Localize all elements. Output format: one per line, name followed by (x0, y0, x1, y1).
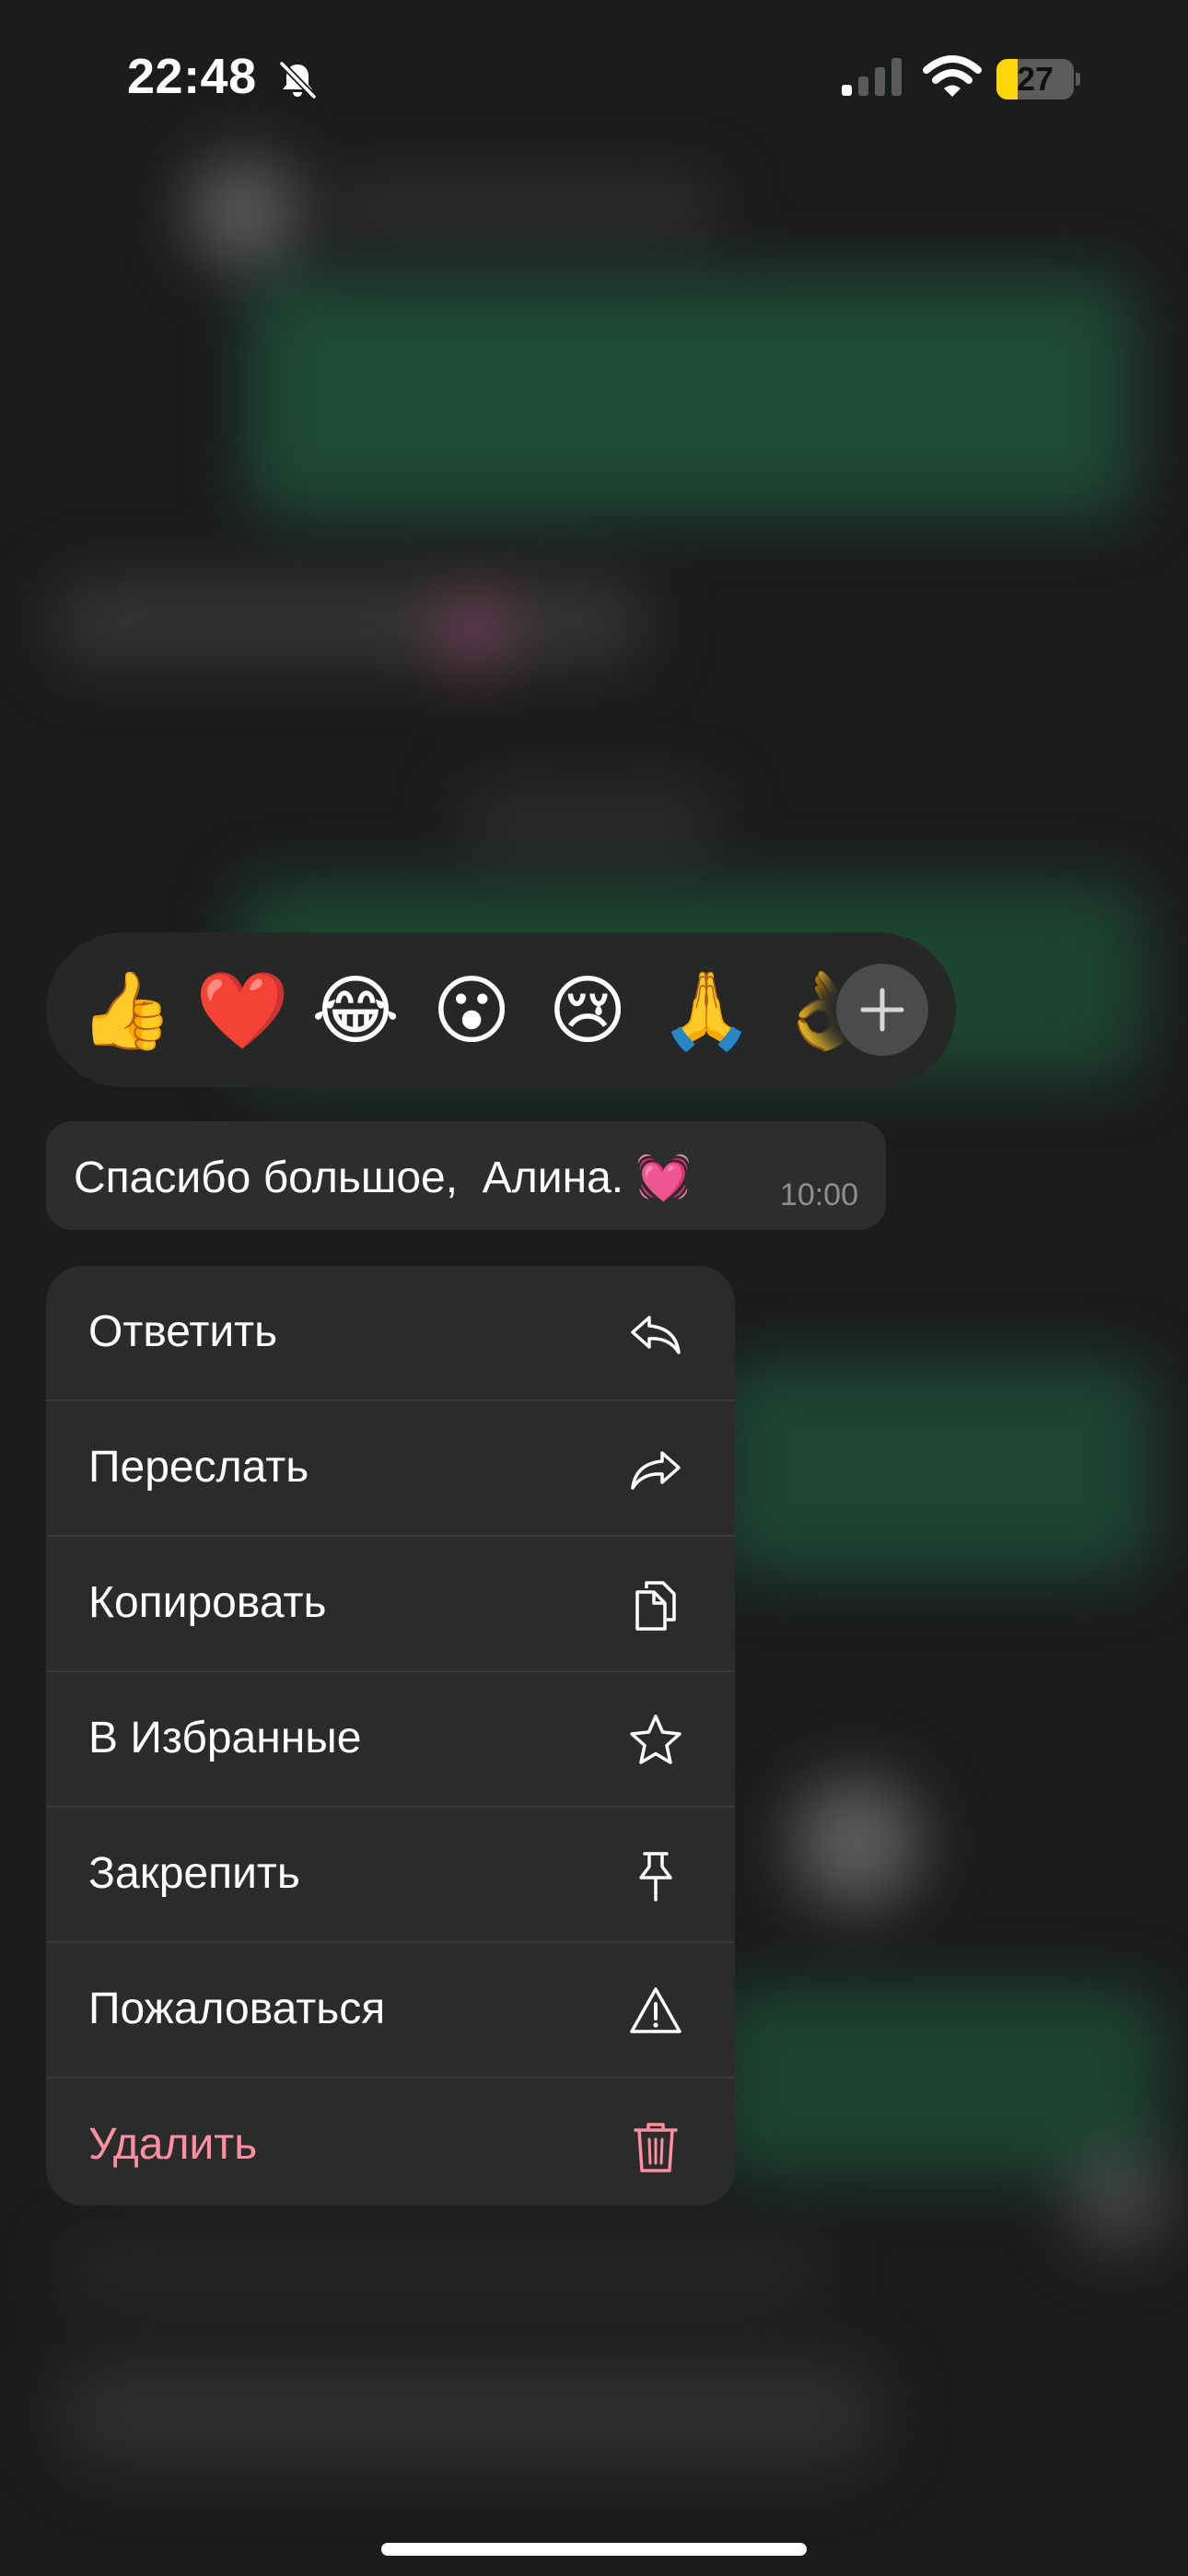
status-bar: 22:48 27 (0, 0, 1188, 157)
blurred-outgoing-message (718, 1364, 1151, 1575)
menu-item-label: Переслать (88, 1443, 309, 1492)
trash-icon (634, 2123, 678, 2172)
pin-icon (639, 1852, 672, 1902)
blurred-incoming-message (55, 580, 645, 663)
message-time: 10:00 (779, 1177, 858, 1212)
blurred-outgoing-message (249, 276, 1133, 516)
wifi-icon (923, 55, 982, 97)
blurred-header-bar (332, 184, 718, 230)
menu-item-label: Удалить (88, 2120, 258, 2169)
home-indicator[interactable] (381, 2543, 807, 2556)
menu-item-label: Ответить (88, 1307, 278, 1356)
bell-slash-icon (279, 61, 317, 100)
warning-triangle-icon (630, 1987, 681, 2033)
reaction-bar: 👍 ❤️ 😂 😮 😢 🙏 👌 (46, 932, 956, 1087)
blurred-header-avatar (189, 157, 299, 267)
menu-item-label: Копировать (88, 1578, 327, 1627)
reaction-thumbs-up[interactable]: 👍 (79, 967, 173, 1056)
reaction-surprised-face[interactable]: 😮 (427, 967, 516, 1056)
status-time: 22:48 (127, 49, 257, 104)
menu-item-favorite[interactable]: В Избранные (46, 1672, 735, 1806)
more-reactions-button[interactable] (836, 964, 928, 1056)
menu-item-label: В Избранные (88, 1714, 362, 1762)
copy-documents-icon (635, 1581, 676, 1631)
menu-item-delete[interactable]: Удалить (46, 2078, 735, 2206)
battery-body: 27 (996, 59, 1074, 100)
blurred-date-chip (460, 792, 718, 848)
reaction-crying-face[interactable]: 😢 (543, 967, 632, 1056)
blurred-avatar (1068, 2147, 1170, 2248)
blurred-input-bar (55, 2359, 884, 2469)
reply-arrow-icon (631, 1316, 681, 1354)
menu-item-pin[interactable]: Закрепить (46, 1808, 735, 1941)
menu-item-label: Закрепить (88, 1849, 300, 1898)
blurred-avatar (792, 1778, 921, 1907)
reaction-red-heart[interactable]: ❤️ (195, 967, 289, 1056)
reaction-tears-of-joy[interactable]: 😂 (311, 967, 400, 1056)
battery-cap (1076, 73, 1080, 86)
menu-item-copy[interactable]: Копировать (46, 1537, 735, 1670)
menu-item-reply[interactable]: Ответить (46, 1266, 735, 1399)
menu-item-label: Пожаловаться (88, 1985, 386, 2033)
blurred-text-line (64, 2248, 820, 2294)
forward-arrow-icon (631, 1451, 681, 1490)
blurred-outgoing-message (718, 1990, 1160, 2174)
star-icon (630, 1715, 681, 1764)
plus-icon (860, 988, 904, 1032)
message-bubble[interactable]: Спасибо большое, Алина. 💓 10:00 (46, 1121, 886, 1230)
blurred-reaction-dot (433, 590, 516, 673)
battery-indicator: 27 (996, 59, 1080, 100)
battery-level: 27 (1016, 60, 1054, 98)
message-text: Спасибо большое, Алина. 💓 (74, 1153, 692, 1202)
menu-item-forward[interactable]: Переслать (46, 1401, 735, 1535)
reaction-folded-hands[interactable]: 🙏 (659, 967, 753, 1056)
message-context-menu: Ответить Переслать Копировать В Избранны… (46, 1266, 735, 2206)
menu-item-report[interactable]: Пожаловаться (46, 1943, 735, 2077)
cellular-signal-icon (842, 58, 902, 96)
